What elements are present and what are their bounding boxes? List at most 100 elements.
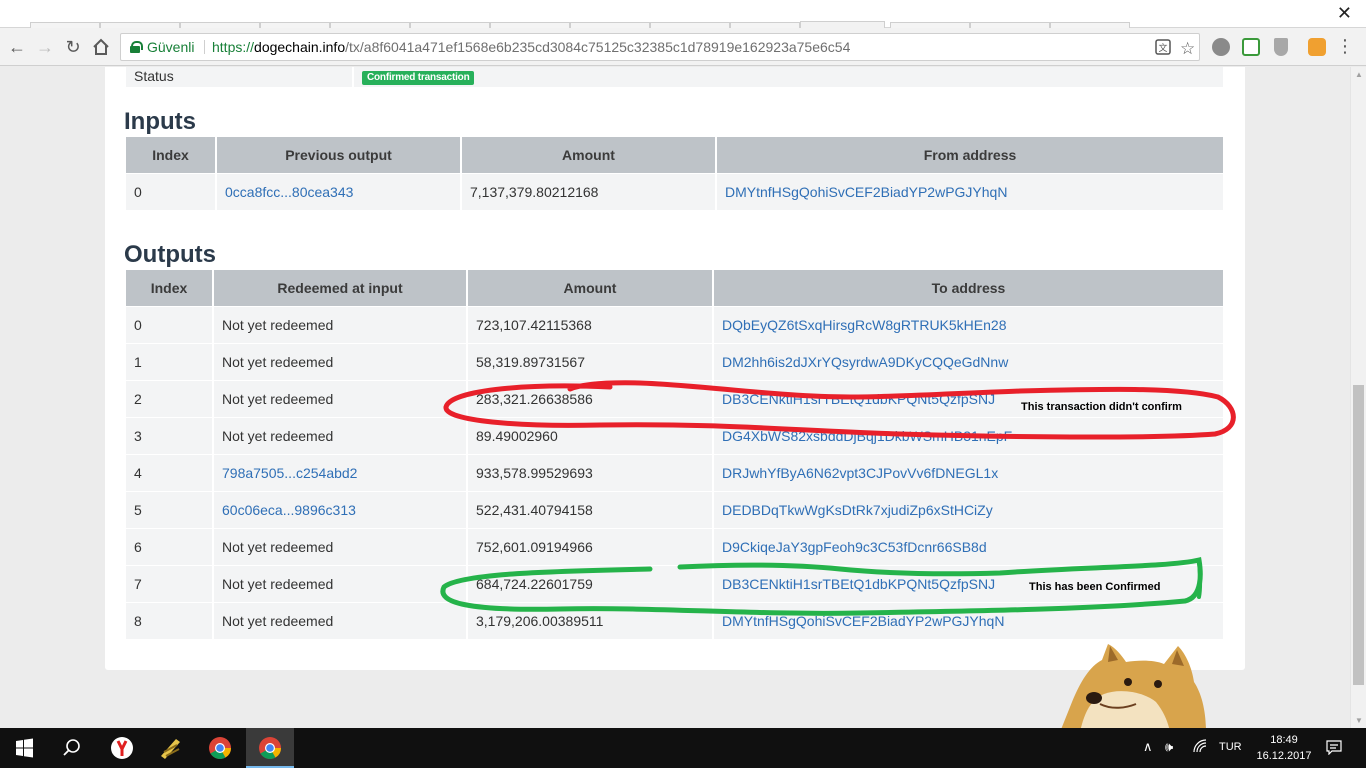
table-row: 4 798a7505...c254abd2 933,578.99529693 DRJw… xyxy=(126,454,1223,492)
cell-index: 3 xyxy=(126,417,214,455)
action-center-icon[interactable] xyxy=(1326,739,1342,758)
cell-to-address: DMYtnfHSgQohiSvCEF2BiadYP2wPGJYhqN xyxy=(713,602,1223,640)
cell-index: 0 xyxy=(126,306,214,344)
column-header-from-address: From address xyxy=(716,137,1223,174)
to-address-link[interactable]: DEDBDqTkwWgKsDtRk7xjudiZp6xStHCiZy xyxy=(722,502,993,518)
bookmark-star-icon[interactable]: ☆ xyxy=(1180,36,1195,62)
home-icon[interactable] xyxy=(90,36,112,58)
search-icon[interactable] xyxy=(48,728,96,768)
cell-redeemed-at-input: Not yet redeemed xyxy=(213,565,468,603)
chrome-active-window-icon[interactable] xyxy=(246,728,294,768)
cell-index: 4 xyxy=(126,454,214,492)
address-bar[interactable]: Güvenli https://dogechain.info/tx/a8f604… xyxy=(120,33,1200,61)
divider xyxy=(204,40,205,54)
shield-icon[interactable] xyxy=(1274,38,1288,56)
page-scrollbar[interactable]: ▲ ▼ xyxy=(1350,67,1366,728)
table-row: 0 0cca8fcc...80cea343 7,137,379.80212168… xyxy=(126,173,1223,211)
cell-redeemed-at-input: Not yet redeemed xyxy=(213,417,468,455)
cell-redeemed-at-input: Not yet redeemed xyxy=(213,306,468,344)
cell-amount: 684,724.22601759 xyxy=(467,565,714,603)
to-address-link[interactable]: DQbEyQZ6tSxqHirsgRcW8gRTRUK5kHEn28 xyxy=(722,317,1007,333)
url-text[interactable]: https://dogechain.info/tx/a8f6041a471ef1… xyxy=(212,34,850,60)
scrollbar-thumb[interactable] xyxy=(1353,385,1364,685)
cell-index: 2 xyxy=(126,380,214,418)
volume-icon[interactable]: 🕪 xyxy=(1165,739,1173,755)
wifi-icon[interactable] xyxy=(1193,739,1207,756)
extension-icon[interactable] xyxy=(1212,38,1230,56)
status-label: Status xyxy=(134,68,174,84)
cell-to-address: DQbEyQZ6tSxqHirsgRcW8gRTRUK5kHEn28 xyxy=(713,306,1223,344)
cell-divider xyxy=(352,67,354,87)
chrome-icon[interactable] xyxy=(196,728,244,768)
column-header-previous-output: Previous output xyxy=(216,137,462,174)
browser-toolbar: ← → ↻ Güvenli https://dogechain.info/tx/… xyxy=(0,28,1366,66)
reload-icon[interactable]: ↻ xyxy=(62,36,84,58)
cell-amount: 3,179,206.00389511 xyxy=(467,602,714,640)
back-arrow-icon[interactable]: ← xyxy=(6,36,28,58)
cell-to-address: D9CkiqeJaY3gpFeoh9c3C53fDcnr66SB8d xyxy=(713,528,1223,566)
column-header-index: Index xyxy=(126,137,217,174)
red-annotation-note: This transaction didn't confirm xyxy=(1021,401,1182,413)
cell-to-address: DG4XbWS82xsbddDjBqj1DkbWSmHB31nEpF xyxy=(713,417,1223,455)
windows-taskbar: ∧ 🕪 TUR 18:49 16.12.2017 xyxy=(0,728,1366,768)
green-annotation-note: This has been Confirmed xyxy=(1029,581,1161,593)
column-header-to-address: To address xyxy=(713,270,1223,307)
url-host: dogechain.info xyxy=(254,39,346,55)
extension-icon[interactable] xyxy=(1242,38,1260,56)
table-header-row: Index Previous output Amount From addres… xyxy=(126,137,1223,174)
tab-strip: ✕ xyxy=(0,0,1366,28)
translate-icon[interactable]: 文 xyxy=(1155,38,1171,64)
to-address-link[interactable]: D9CkiqeJaY3gpFeoh9c3C53fDcnr66SB8d xyxy=(722,539,987,555)
to-address-link[interactable]: DB3CENktiH1srTBEtQ1dbKPQNt5QzfpSNJ xyxy=(722,391,995,407)
cell-index: 7 xyxy=(126,565,214,603)
status-badge: Confirmed transaction xyxy=(362,71,475,85)
doge-dog-image xyxy=(1061,644,1206,728)
to-address-link[interactable]: DM2hh6is2dJXrYQsyrdwA9DKyCQQeGdNnw xyxy=(722,354,1008,370)
redeemed-input-link[interactable]: 798a7505...c254abd2 xyxy=(222,465,357,481)
show-hidden-icons-chevron-icon[interactable]: ∧ xyxy=(1143,739,1153,755)
windows-start-icon[interactable] xyxy=(0,728,48,768)
from-address-link[interactable]: DMYtnfHSgQohiSvCEF2BiadYP2wPGJYhqN xyxy=(725,184,1007,200)
cell-redeemed-at-input: Not yet redeemed xyxy=(213,343,468,381)
page-viewport: Status Confirmed transaction Inputs Inde… xyxy=(0,67,1350,728)
table-row: 8 Not yet redeemed 3,179,206.00389511 DMYtn… xyxy=(126,602,1223,640)
input-language-indicator[interactable]: TUR xyxy=(1219,741,1242,753)
scroll-down-arrow-icon[interactable]: ▼ xyxy=(1355,716,1363,725)
winrar-app-icon[interactable] xyxy=(146,728,194,768)
forward-arrow-icon[interactable]: → xyxy=(34,36,56,58)
cell-to-address: DM2hh6is2dJXrYQsyrdwA9DKyCQQeGdNnw xyxy=(713,343,1223,381)
yandex-browser-icon[interactable] xyxy=(98,728,146,768)
cell-to-address: DEDBDqTkwWgKsDtRk7xjudiZp6xStHCiZy xyxy=(713,491,1223,529)
cell-redeemed-at-input: Not yet redeemed xyxy=(213,528,468,566)
inputs-table: Index Previous output Amount From addres… xyxy=(126,137,1223,211)
cell-amount: 723,107.42115368 xyxy=(467,306,714,344)
cell-index: 8 xyxy=(126,602,214,640)
cell-amount: 752,601.09194966 xyxy=(467,528,714,566)
cell-index: 1 xyxy=(126,343,214,381)
cell-redeemed-at-input: Not yet redeemed xyxy=(213,602,468,640)
to-address-link[interactable]: DB3CENktiH1srTBEtQ1dbKPQNt5QzfpSNJ xyxy=(722,576,995,592)
cell-redeemed-at-input: 60c06eca...9896c313 xyxy=(213,491,468,529)
cell-to-address: DRJwhYfByA6N62vpt3CJPovVv6fDNEGL1x xyxy=(713,454,1223,492)
browser-menu-icon[interactable]: ⋮ xyxy=(1336,37,1354,55)
browser-tab-active[interactable] xyxy=(800,21,885,28)
taskbar-clock[interactable]: 18:49 16.12.2017 xyxy=(1254,732,1314,764)
scroll-up-arrow-icon[interactable]: ▲ xyxy=(1355,70,1363,79)
inputs-heading: Inputs xyxy=(124,108,196,135)
window-close-icon[interactable]: ✕ xyxy=(1337,3,1352,23)
cell-redeemed-at-input: Not yet redeemed xyxy=(213,380,468,418)
to-address-link[interactable]: DRJwhYfByA6N62vpt3CJPovVv6fDNEGL1x xyxy=(722,465,998,481)
metamask-fox-icon[interactable] xyxy=(1308,38,1326,56)
cell-amount: 522,431.40794158 xyxy=(467,491,714,529)
cell-index: 6 xyxy=(126,528,214,566)
cell-previous-output: 0cca8fcc...80cea343 xyxy=(216,173,462,211)
to-address-link[interactable]: DG4XbWS82xsbddDjBqj1DkbWSmHB31nEpF xyxy=(722,428,1012,444)
cell-amount: 7,137,379.80212168 xyxy=(461,173,717,211)
cell-index: 0 xyxy=(126,173,217,211)
redeemed-input-link[interactable]: 60c06eca...9896c313 xyxy=(222,502,356,518)
previous-output-link[interactable]: 0cca8fcc...80cea343 xyxy=(225,184,353,200)
to-address-link[interactable]: DMYtnfHSgQohiSvCEF2BiadYP2wPGJYhqN xyxy=(722,613,1004,629)
table-header-row: Index Redeemed at input Amount To addres… xyxy=(126,270,1223,307)
lock-icon xyxy=(130,41,143,53)
cell-index: 5 xyxy=(126,491,214,529)
